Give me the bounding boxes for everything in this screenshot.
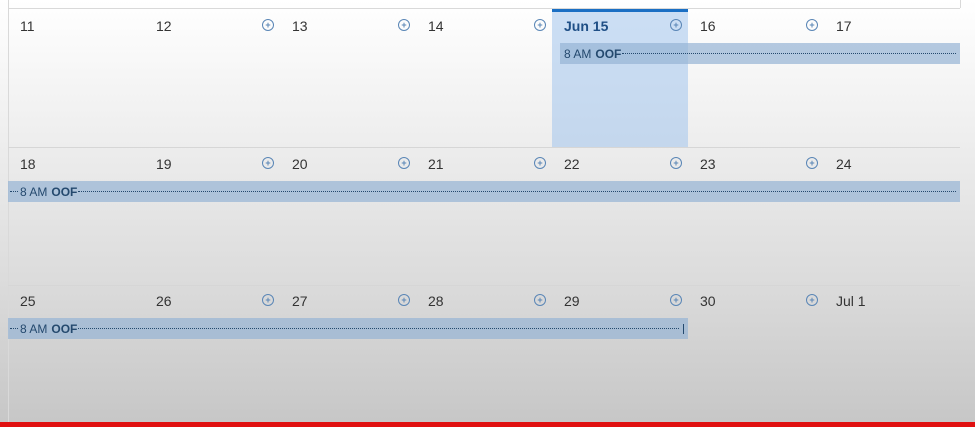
event-dotted-line <box>78 191 956 192</box>
day-cell[interactable]: 28 + <box>416 284 552 422</box>
day-number: 21 <box>428 156 444 172</box>
day-number: 23 <box>700 156 716 172</box>
event-bar-oof[interactable]: 8 AM OOF <box>8 181 960 202</box>
add-event-icon[interactable]: + <box>806 157 818 169</box>
event-subject: OOF <box>51 321 78 336</box>
add-event-icon[interactable]: + <box>262 19 274 31</box>
day-number: 11 <box>20 18 35 34</box>
day-cell[interactable]: 29 + <box>552 284 688 422</box>
day-number: 13 <box>292 18 308 34</box>
add-event-icon[interactable]: + <box>398 19 410 31</box>
week-row: 25 26 +27 +28 +29 +30 + Jul 1 8 AM OOF <box>8 284 960 423</box>
calendar-month-view: 11 12 +13 +14 + Jun 15 +16 +17 8 AM OOF 18 19 +20 +21… <box>0 0 975 423</box>
add-event-icon[interactable]: + <box>670 157 682 169</box>
day-cell[interactable]: 11 <box>8 9 144 147</box>
day-cell[interactable]: 16 + <box>688 9 824 147</box>
event-bar-oof[interactable]: 8 AM OOF <box>8 318 688 339</box>
add-event-icon[interactable]: + <box>262 157 274 169</box>
day-cell[interactable]: 18 <box>8 147 144 285</box>
add-event-icon[interactable]: + <box>806 19 818 31</box>
day-cell[interactable]: 20 + <box>280 147 416 285</box>
day-number: 16 <box>700 18 716 34</box>
day-cell-today[interactable]: Jun 15 + <box>552 9 688 147</box>
bottom-red-bar <box>0 422 975 427</box>
day-number: 14 <box>428 18 444 34</box>
day-cell[interactable]: 14 + <box>416 9 552 147</box>
event-time: 8 AM <box>20 184 48 199</box>
week-row: 11 12 +13 +14 + Jun 15 +16 +17 8 AM OOF <box>8 9 960 148</box>
event-dotted-line <box>622 53 956 54</box>
day-cell[interactable]: Jul 1 <box>824 284 960 422</box>
add-event-icon[interactable]: + <box>534 157 546 169</box>
day-cell[interactable]: 17 <box>824 9 960 147</box>
day-number: Jun 15 <box>564 18 609 34</box>
day-number: 18 <box>20 156 36 172</box>
event-time: 8 AM <box>564 46 592 61</box>
day-cell[interactable]: 12 + <box>144 9 280 147</box>
week-row: 18 19 +20 +21 +22 +23 +24 8 AM OOF <box>8 147 960 286</box>
day-cell[interactable]: 13 + <box>280 9 416 147</box>
day-number: 20 <box>292 156 308 172</box>
day-number: 19 <box>156 156 172 172</box>
day-cell[interactable]: 22 + <box>552 147 688 285</box>
day-number: 26 <box>156 293 172 309</box>
day-number: 28 <box>428 293 444 309</box>
day-cell[interactable]: 26 + <box>144 284 280 422</box>
add-event-icon[interactable]: + <box>534 19 546 31</box>
day-number: Jul 1 <box>836 293 866 309</box>
day-cell[interactable]: 23 + <box>688 147 824 285</box>
day-cell[interactable]: 24 <box>824 147 960 285</box>
add-event-icon[interactable]: + <box>534 294 546 306</box>
add-event-icon[interactable]: + <box>670 19 682 31</box>
day-cell[interactable]: 19 + <box>144 147 280 285</box>
event-subject: OOF <box>51 184 78 199</box>
add-event-icon[interactable]: + <box>398 294 410 306</box>
event-continuation-lead <box>10 328 18 329</box>
add-event-icon[interactable]: + <box>262 294 274 306</box>
day-number: 30 <box>700 293 716 309</box>
event-end-marker <box>683 323 684 334</box>
event-bar-oof[interactable]: 8 AM OOF <box>560 43 960 64</box>
day-number: 12 <box>156 18 172 34</box>
day-number: 25 <box>20 293 36 309</box>
add-event-icon[interactable]: + <box>806 294 818 306</box>
event-dotted-line <box>78 328 679 329</box>
day-cell[interactable]: 27 + <box>280 284 416 422</box>
add-event-icon[interactable]: + <box>398 157 410 169</box>
day-number: 22 <box>564 156 580 172</box>
add-event-icon[interactable]: + <box>670 294 682 306</box>
grid-right-border <box>960 0 961 8</box>
event-continuation-lead <box>10 191 18 192</box>
day-number: 24 <box>836 156 852 172</box>
event-subject: OOF <box>595 46 622 61</box>
day-number: 29 <box>564 293 580 309</box>
day-number: 17 <box>836 18 852 34</box>
day-cell[interactable]: 30 + <box>688 284 824 422</box>
event-time: 8 AM <box>20 321 48 336</box>
day-number: 27 <box>292 293 308 309</box>
day-cell[interactable]: 25 <box>8 284 144 422</box>
day-cell[interactable]: 21 + <box>416 147 552 285</box>
